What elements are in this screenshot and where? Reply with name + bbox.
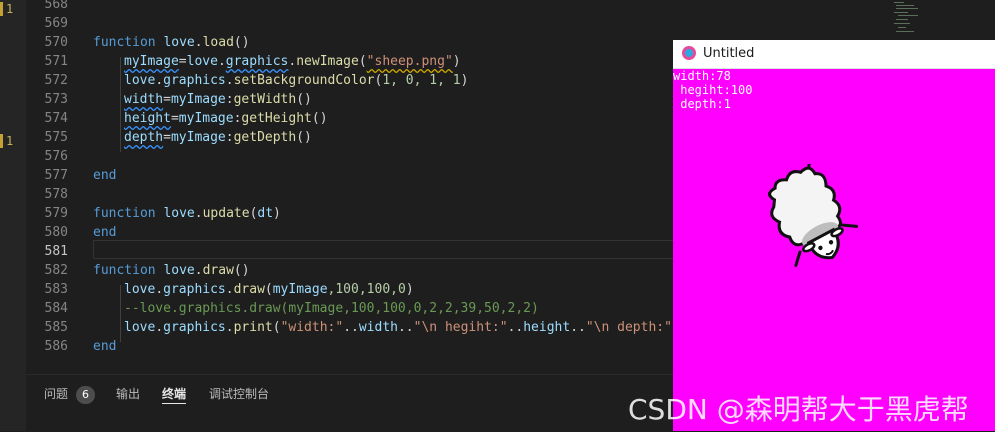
line-number: 571 (44, 54, 68, 69)
code-text: function love.update(dt) (93, 206, 281, 221)
game-canvas[interactable]: width:78 hegiht:100 depth:1 (673, 69, 995, 431)
code-text: end (93, 339, 117, 354)
code-text: love.graphics.draw(myImage,100,100,0) (124, 282, 414, 297)
code-text: myImage=love.graphics.newImage("sheep.pn… (124, 54, 461, 69)
tab-debug-console[interactable]: 调试控制台 (209, 385, 269, 403)
line-number: 582 (44, 263, 68, 278)
code-text: end (93, 225, 117, 240)
line-number: 576 (44, 149, 68, 164)
line-number: 584 (44, 301, 68, 316)
code-text: depth=myImage:getDepth() (124, 130, 312, 145)
debug-print-output: width:78 hegiht:100 depth:1 (673, 69, 753, 111)
line-number: 585 (44, 320, 68, 335)
line-number: 575 (44, 130, 68, 145)
csdn-watermark: CSDN @森明帮大于黑虎帮 (628, 393, 969, 426)
tab-output[interactable]: 输出 (116, 385, 140, 403)
window-titlebar[interactable]: Untitled (673, 40, 995, 69)
line-number: 578 (44, 187, 68, 202)
code-text: height=myImage:getHeight() (124, 111, 328, 126)
change-marker[interactable]: 1 (0, 2, 26, 16)
line-number: 577 (44, 168, 68, 183)
line-number: 581 (44, 244, 68, 259)
change-marker[interactable]: 1 (0, 134, 26, 148)
line-number: 568 (44, 0, 68, 12)
line-number: 586 (44, 339, 68, 354)
git-gutter: 1 1 (0, 0, 26, 431)
line-number: 573 (44, 92, 68, 107)
tab-problems[interactable]: 问题 6 (44, 385, 96, 404)
problems-count-badge: 6 (76, 386, 96, 404)
code-text: love.graphics.print("width:"..width.."\n… (124, 320, 688, 335)
line-number: 572 (44, 73, 68, 88)
code-text: end (93, 168, 117, 183)
line-number: 569 (44, 16, 68, 31)
code-line: 569 (26, 14, 995, 33)
tab-terminal[interactable]: 终端 (162, 385, 187, 404)
sheep-sprite (768, 164, 858, 268)
line-number: 570 (44, 35, 68, 50)
code-text: function love.draw() (93, 263, 250, 278)
code-line: 568 (26, 0, 995, 14)
line-number: 583 (44, 282, 68, 297)
line-number: 580 (44, 225, 68, 240)
love-app-icon (682, 46, 696, 60)
code-comment: --love.graphics.draw(myImage,100,100,0,2… (124, 301, 539, 316)
window-title: Untitled (703, 46, 755, 61)
code-text: width=myImage:getWidth() (124, 92, 312, 107)
code-text: function love.load() (93, 35, 250, 50)
love-game-window[interactable]: Untitled width:78 hegiht:100 depth:1 (673, 40, 995, 431)
line-number: 579 (44, 206, 68, 221)
code-text: love.graphics.setBackgroundColor(1, 0, 1… (124, 73, 469, 88)
line-number: 574 (44, 111, 68, 126)
